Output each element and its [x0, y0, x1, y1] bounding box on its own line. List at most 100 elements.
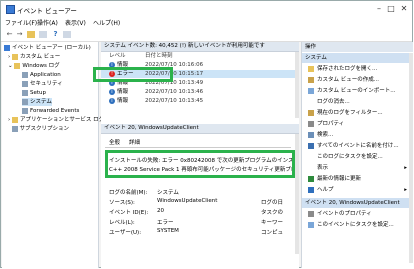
- detail-scrollbar[interactable]: [295, 134, 299, 254]
- action-find[interactable]: 検索...: [302, 130, 413, 141]
- log-icon: [22, 89, 28, 96]
- tree-app-service-logs[interactable]: › アプリケーションとサービス ログ: [8, 116, 104, 124]
- console-tree-icon[interactable]: [39, 31, 47, 38]
- event-id-value: 20: [157, 208, 164, 214]
- actions-system-header[interactable]: システム: [302, 53, 413, 63]
- properties-icon: [308, 120, 314, 127]
- filter-icon: [308, 109, 314, 116]
- folder-icon[interactable]: [27, 31, 35, 38]
- subscription-icon: [11, 125, 18, 132]
- menu-view[interactable]: 表示(V): [65, 18, 86, 27]
- action-attach-task-to-log[interactable]: このログにタスクを設定...: [302, 152, 413, 163]
- submenu-arrow-icon: ▸: [404, 165, 407, 171]
- tab-divider: [105, 147, 291, 148]
- menu-bar: ファイル(F) 操作(A) 表示(V) ヘルプ(H): [1, 17, 412, 28]
- action-refresh[interactable]: 最新の情報に更新: [302, 174, 413, 185]
- column-level[interactable]: レベル: [109, 52, 126, 60]
- task-category-label: タスクの: [261, 210, 284, 216]
- event-viewer-app-icon: [6, 5, 15, 14]
- window-title: イベント ビューアー: [17, 7, 77, 15]
- blank-icon: [308, 165, 314, 171]
- log-name-value: システム: [157, 190, 179, 196]
- actions-event-header[interactable]: イベント 20, WindowsUpdateClient: [302, 198, 413, 208]
- highlight-box-message: [105, 150, 295, 178]
- save-icon: [308, 142, 314, 149]
- binoculars-icon: [308, 131, 314, 138]
- detail-header: イベント 20, WindowsUpdateClient: [101, 124, 299, 134]
- info-icon: i: [109, 88, 115, 95]
- list-scrollbar[interactable]: [295, 52, 299, 118]
- source-label: ソース(S):: [109, 200, 135, 206]
- log-icon: [22, 98, 28, 105]
- submenu-arrow-icon: ▸: [404, 187, 407, 193]
- log-icon: [22, 71, 28, 78]
- minimize-button[interactable]: –: [373, 3, 385, 15]
- blank-icon: [308, 154, 314, 160]
- properties-icon: [308, 210, 314, 217]
- folder-icon: [11, 116, 18, 123]
- table-row[interactable]: i 情報 2022/07/10 10:13:46: [101, 88, 299, 96]
- table-row[interactable]: i 情報 2022/07/10 10:13:45: [101, 97, 299, 105]
- menu-help[interactable]: ヘルプ(H): [93, 18, 120, 27]
- task-icon: [308, 221, 314, 228]
- computer-label: コンピュ: [261, 230, 284, 236]
- tree-root[interactable]: イベント ビューアー (ローカル): [4, 44, 91, 52]
- import-icon: [308, 87, 314, 94]
- action-clear-log[interactable]: ログの消去...: [302, 97, 413, 108]
- folder-icon: [11, 53, 18, 60]
- tree-custom-views[interactable]: › カスタム ビュー: [8, 53, 60, 61]
- log-header: システム イベント数: 40,452 (!) 新しいイベントが利用可能です: [101, 42, 299, 52]
- log-icon: [22, 107, 28, 114]
- tree-windows-logs[interactable]: ⌄ Windows ログ: [8, 62, 60, 70]
- console-tree: イベント ビューアー (ローカル) › カスタム ビュー ⌄ Windows ロ…: [2, 42, 104, 268]
- menu-action[interactable]: 操作(A): [37, 18, 58, 27]
- folder-icon: [14, 62, 21, 69]
- tab-general[interactable]: 全般: [109, 138, 120, 146]
- event-viewer-window: イベント ビューアー – □ ✕ ファイル(F) 操作(A) 表示(V) ヘルプ…: [0, 0, 413, 268]
- user-value: SYSTEM: [157, 228, 179, 234]
- help-icon: [308, 186, 314, 193]
- actions-pane: 操作 システム 保存されたログを開く... カスタム ビューの作成... カスタ…: [301, 42, 413, 268]
- tab-details[interactable]: 詳細: [129, 138, 140, 146]
- logged-label: ログの日: [261, 200, 284, 206]
- tree-setup[interactable]: Setup: [22, 89, 46, 97]
- action-view[interactable]: 表示 ▸: [302, 163, 413, 174]
- list-column-header[interactable]: レベル 日付と時刻: [101, 52, 299, 60]
- menu-file[interactable]: ファイル(F): [5, 18, 37, 27]
- title-bar: イベント ビューアー – □ ✕: [1, 1, 412, 17]
- maximize-button[interactable]: □: [385, 3, 397, 15]
- folder-open-icon: [308, 65, 314, 72]
- log-icon: [22, 80, 28, 87]
- tree-forwarded-events[interactable]: Forwarded Events: [22, 107, 79, 115]
- tree-subscriptions[interactable]: サブスクリプション: [8, 125, 69, 133]
- actions-header: 操作: [302, 42, 413, 52]
- action-save-all-events[interactable]: すべてのイベントに名前を付け...: [302, 141, 413, 152]
- forward-arrow-icon[interactable]: →: [15, 30, 24, 39]
- level-label: レベル(L):: [109, 220, 135, 226]
- column-date[interactable]: 日付と時刻: [145, 52, 173, 60]
- action-properties[interactable]: プロパティ: [302, 119, 413, 130]
- level-value: エラー: [157, 220, 174, 226]
- properties-icon[interactable]: [63, 31, 71, 38]
- event-viewer-icon: [4, 44, 10, 51]
- help-icon[interactable]: ?: [51, 30, 60, 39]
- info-icon: i: [109, 97, 115, 104]
- tree-security[interactable]: セキュリティ: [22, 80, 63, 88]
- action-event-properties[interactable]: イベントのプロパティ: [302, 209, 413, 220]
- tree-system[interactable]: システム: [22, 98, 52, 106]
- tree-application[interactable]: Application: [22, 71, 61, 79]
- close-button[interactable]: ✕: [398, 3, 410, 15]
- action-help[interactable]: ヘルプ ▸: [302, 185, 413, 196]
- center-pane: システム イベント数: 40,452 (!) 新しいイベントが利用可能です レベ…: [93, 42, 299, 268]
- action-import-custom-view[interactable]: カスタム ビューのインポート...: [302, 86, 413, 97]
- user-label: ユーザー(U):: [109, 230, 142, 236]
- action-attach-task-to-event[interactable]: このイベントにタスクを設定...: [302, 220, 413, 231]
- filter-icon: [308, 76, 314, 83]
- detail-tabs: 全般 詳細: [109, 138, 169, 146]
- refresh-icon: [308, 175, 314, 182]
- action-create-custom-view[interactable]: カスタム ビューの作成...: [302, 75, 413, 86]
- action-open-saved-log[interactable]: 保存されたログを開く...: [302, 64, 413, 75]
- action-filter-current-log[interactable]: 現在のログをフィルター...: [302, 108, 413, 119]
- actions-scrollbar[interactable]: [409, 53, 413, 263]
- back-arrow-icon[interactable]: ←: [5, 30, 14, 39]
